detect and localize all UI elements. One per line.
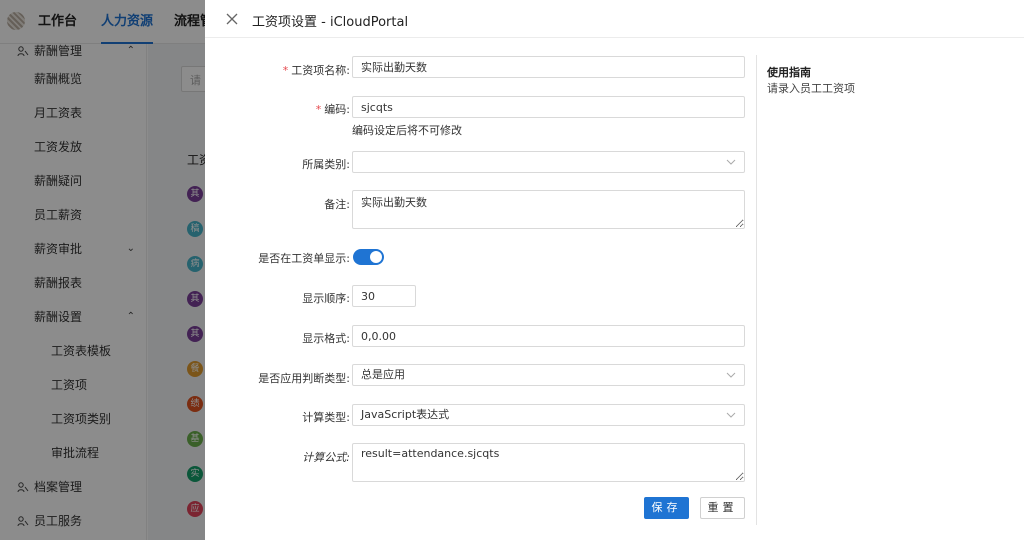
guide-title: 使用指南 [767,66,811,79]
drawer-title: 工资项设置 - iCloudPortal [252,15,409,30]
toggle-knob [370,251,382,263]
drawer-header: 工资项设置 - iCloudPortal [205,0,1024,38]
pay-item-name-input[interactable] [352,56,745,78]
code-input[interactable] [352,96,745,118]
category-select[interactable] [352,151,745,173]
display-format-label: 显示格式: [302,332,350,345]
reset-button[interactable]: 重置 [700,497,745,519]
code-label: * 编码: [315,103,350,116]
required-mark: * [282,64,289,77]
name-label: * 工资项名称: [282,64,350,77]
required-mark: * [315,103,322,116]
display-order-input[interactable] [352,285,416,307]
remark-label: 备注: [324,198,350,211]
guide-divider [756,55,757,525]
code-hint: 编码设定后将不可修改 [352,124,462,137]
pay-item-settings-drawer: 工资项设置 - iCloudPortal *工资项名称: *编码: 编码设定后将… [205,0,1024,540]
display-order-label: 显示顺序: [302,292,350,305]
save-button[interactable]: 保存 [644,497,689,519]
formula-textarea[interactable] [352,443,745,482]
chevron-down-icon [726,412,736,418]
apply-type-select[interactable]: 总是应用 [352,364,745,386]
display-format-input[interactable] [352,325,745,347]
chevron-down-icon [726,159,736,165]
show-on-payslip-label: 是否在工资单显示: [258,252,350,265]
calc-type-label: 计算类型: [302,411,350,424]
formula-label: 计算公式: [302,451,350,464]
show-on-payslip-toggle[interactable] [353,249,384,265]
category-label: 所属类别: [302,158,350,171]
chevron-down-icon [726,372,736,378]
remark-textarea[interactable] [352,190,745,229]
apply-type-label: 是否应用判断类型: [258,372,350,385]
guide-text: 请录入员工工资项 [767,82,855,95]
close-icon[interactable] [224,11,240,27]
calc-type-select[interactable]: JavaScript表达式 [352,404,745,426]
